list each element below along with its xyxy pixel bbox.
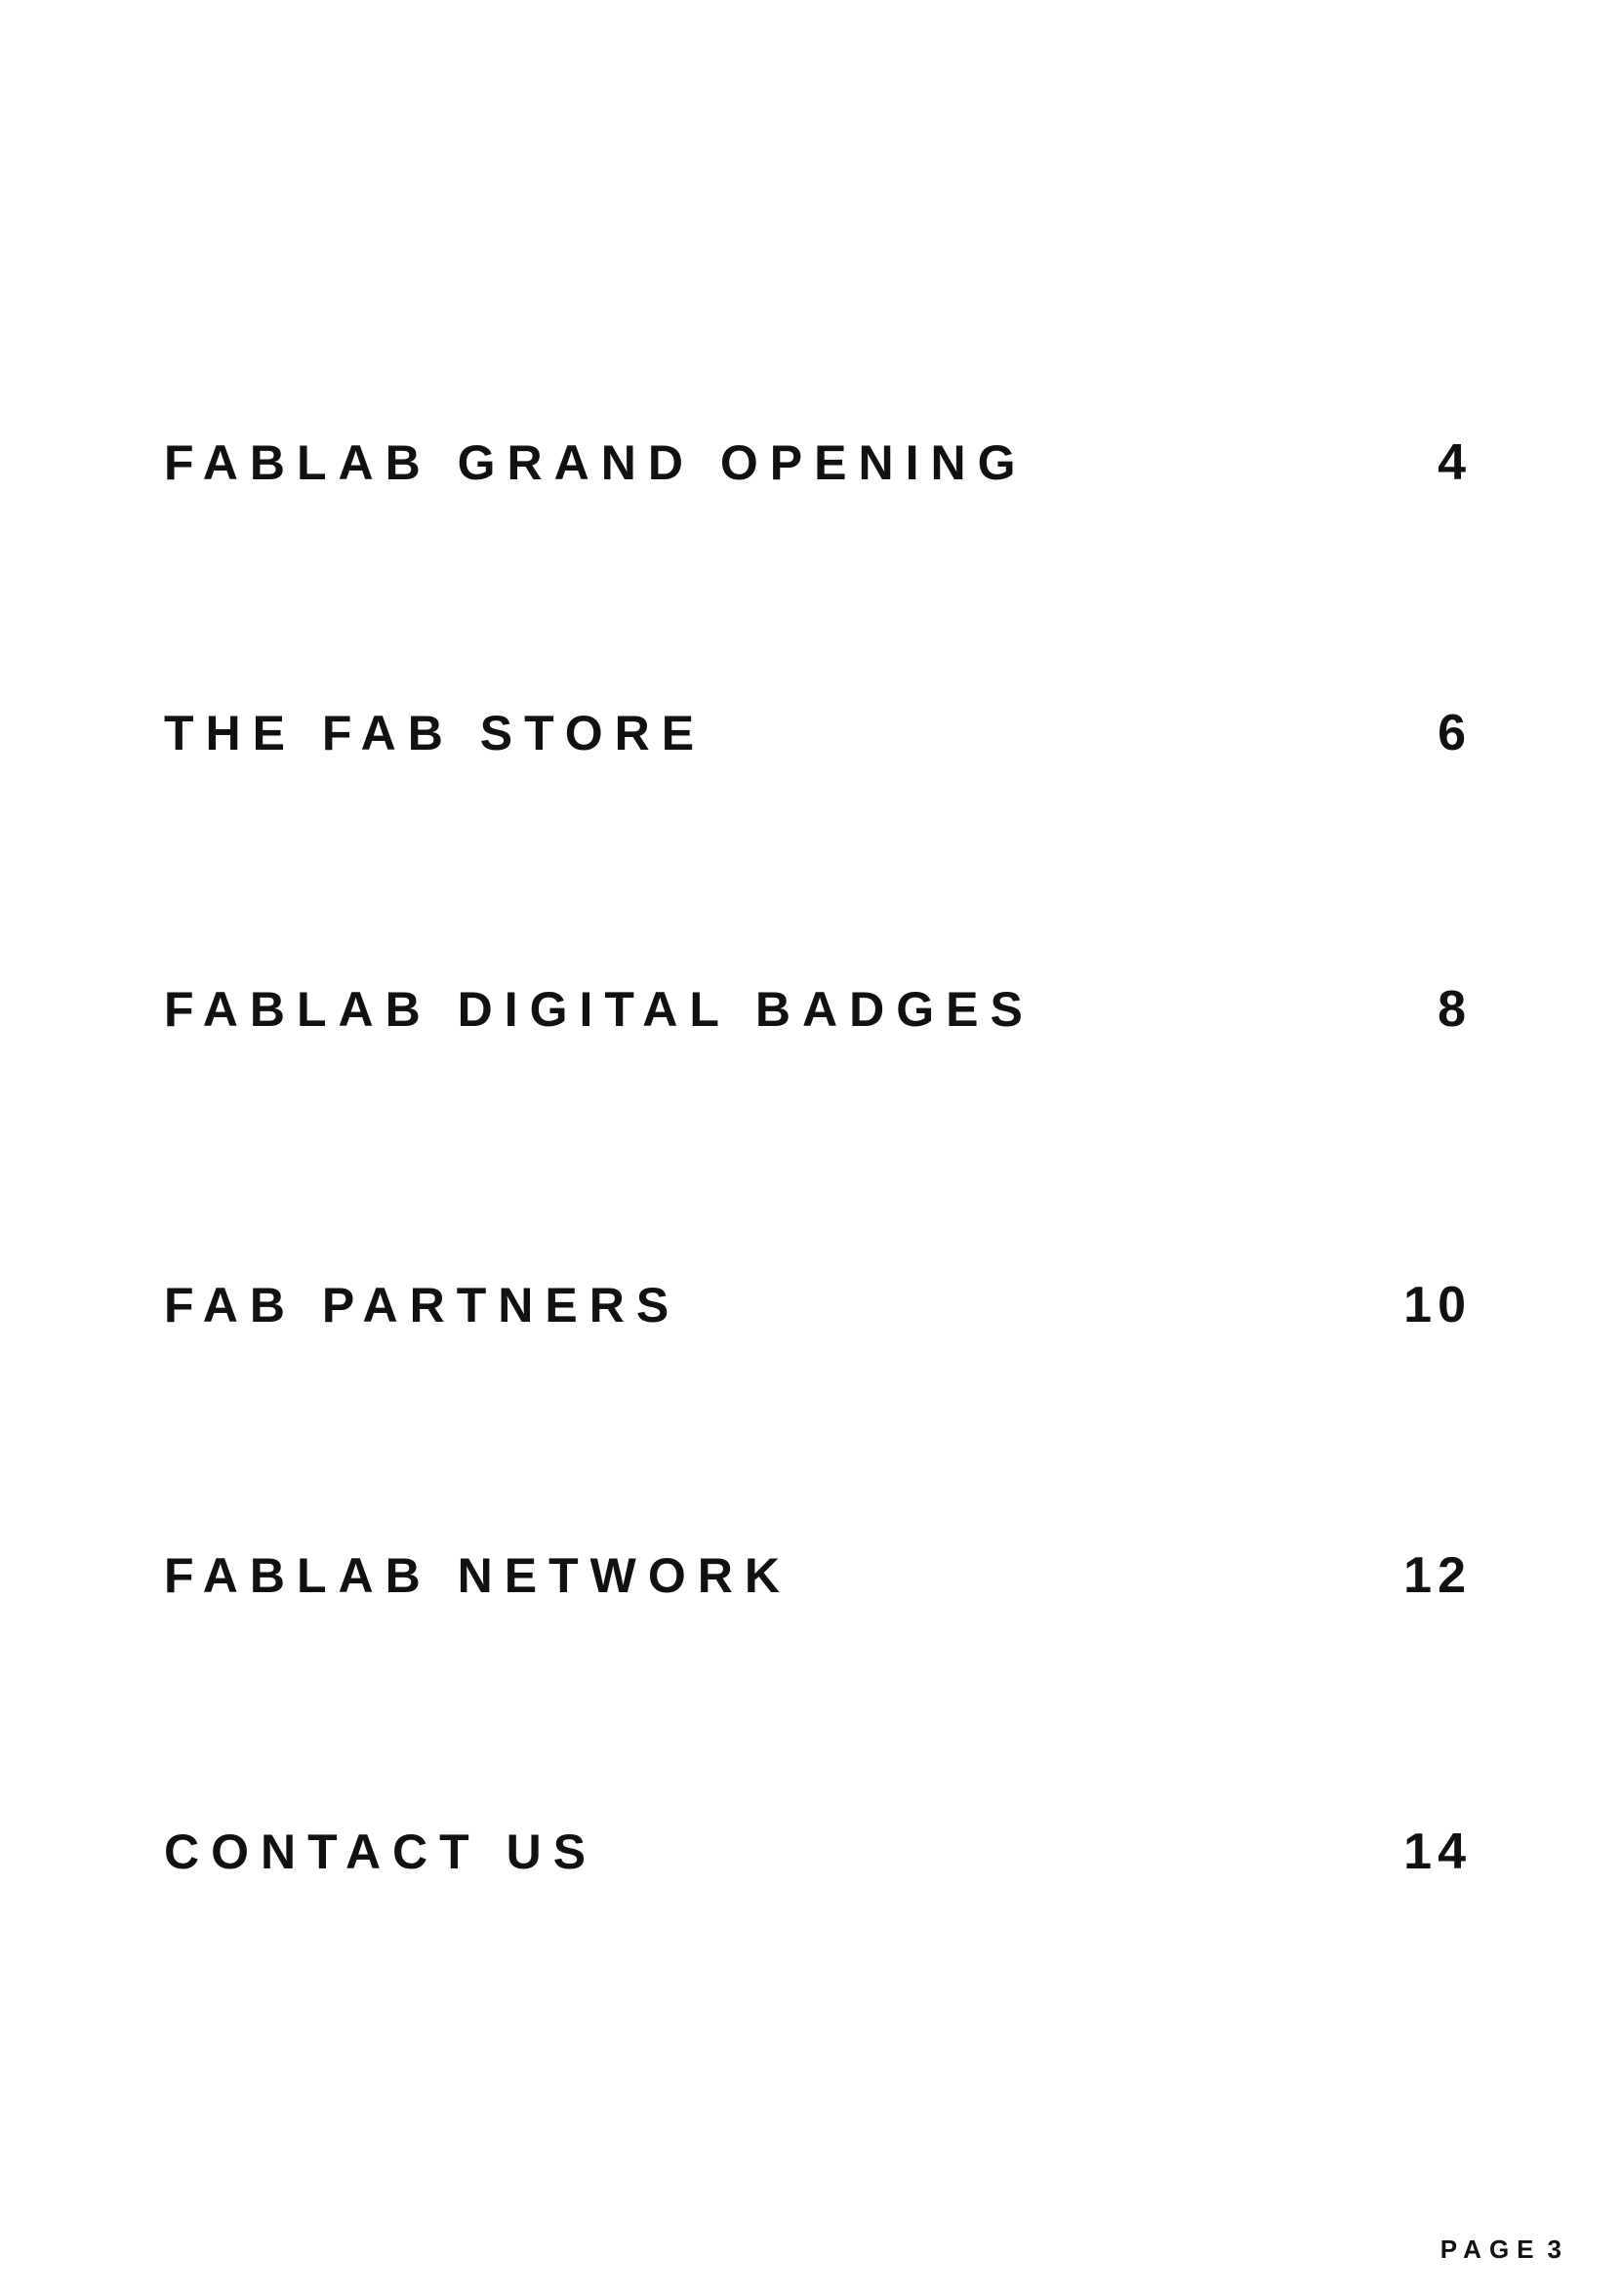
- toc-entry-page-number: 10: [1403, 1277, 1472, 1333]
- toc-entry-title: CONTACT US: [164, 1824, 598, 1879]
- toc-entry-title: THE FAB STORE: [164, 706, 707, 760]
- toc-entry-title: FAB PARTNERS: [164, 1278, 681, 1332]
- toc-entry-page-number: 14: [1403, 1824, 1472, 1880]
- toc-entry[interactable]: CONTACT US 14: [164, 1813, 1472, 1891]
- toc-entry-page-number: 8: [1438, 981, 1472, 1038]
- toc-entry[interactable]: FABLAB DIGITAL BADGES 8: [164, 970, 1472, 1048]
- toc-entry-title: FABLAB NETWORK: [164, 1548, 791, 1603]
- document-page: FABLAB GRAND OPENING 4 THE FAB STORE 6 F…: [0, 0, 1622, 2296]
- toc-entry-page-number: 4: [1438, 434, 1472, 491]
- page-label: PAGE: [1440, 2234, 1542, 2264]
- toc-entry[interactable]: THE FAB STORE 6: [164, 694, 1472, 772]
- page-footer: PAGE 3: [1440, 2230, 1561, 2269]
- toc-entry[interactable]: FABLAB NETWORK 12: [164, 1537, 1472, 1615]
- toc-entry-title: FABLAB GRAND OPENING: [164, 435, 1028, 490]
- toc-entry-page-number: 6: [1438, 705, 1472, 761]
- toc-entry-title: FABLAB DIGITAL BADGES: [164, 982, 1034, 1037]
- toc-entry[interactable]: FAB PARTNERS 10: [164, 1266, 1472, 1344]
- page-number: 3: [1547, 2234, 1561, 2264]
- toc-entry[interactable]: FABLAB GRAND OPENING 4: [164, 424, 1472, 502]
- toc-entry-page-number: 12: [1403, 1547, 1472, 1604]
